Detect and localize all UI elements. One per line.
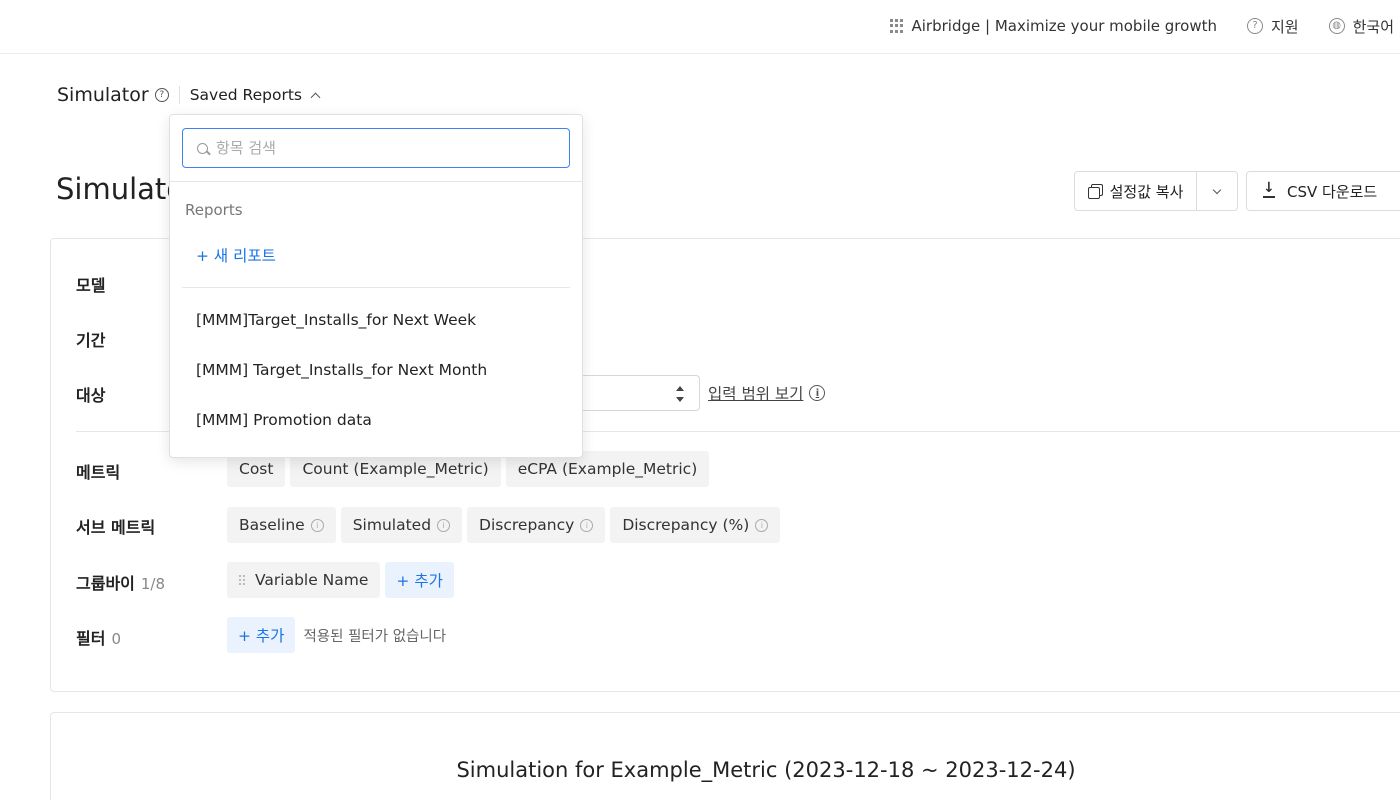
- groupby-row-label: 그룹바이 1/8: [76, 570, 165, 594]
- breadcrumb-title: Simulator: [57, 84, 149, 106]
- download-icon: [1263, 180, 1275, 198]
- search-input[interactable]: [216, 139, 546, 157]
- copy-settings-button[interactable]: 설정값 복사: [1075, 172, 1197, 210]
- copy-settings-group: 설정값 복사: [1074, 171, 1238, 211]
- reports-section-label: Reports: [185, 201, 243, 219]
- dropdown-divider: [182, 287, 570, 288]
- support-label: 지원: [1270, 17, 1299, 36]
- filter-row-label: 필터 0: [76, 625, 121, 649]
- metric-chip-label: Cost: [239, 460, 274, 478]
- metric-chip-label: Count (Example_Metric): [302, 460, 489, 478]
- submetric-chip-label: Baseline: [239, 516, 305, 534]
- breadcrumb-divider: [178, 86, 180, 104]
- info-icon[interactable]: i: [580, 518, 594, 532]
- globe-icon: ◍: [1328, 18, 1345, 34]
- input-range-link[interactable]: 입력 범위 보기 i: [708, 382, 826, 404]
- top-bar: Airbridge | Maximize your mobile growth …: [0, 0, 1400, 54]
- language-selector[interactable]: ◍ 한국어: [1328, 16, 1394, 37]
- filter-chips: + 추가 적용된 필터가 없습니다: [227, 617, 446, 653]
- report-item[interactable]: [MMM] Promotion data: [196, 411, 372, 429]
- drag-handle-icon[interactable]: [239, 575, 245, 585]
- stepper-icon[interactable]: [675, 386, 685, 402]
- target-number-input[interactable]: [582, 375, 700, 411]
- help-icon: ?: [1246, 18, 1263, 34]
- info-icon[interactable]: i: [437, 518, 451, 532]
- search-box[interactable]: [182, 128, 570, 168]
- submetric-chip[interactable]: Discrepancy (%) i: [610, 507, 781, 543]
- input-range-label: 입력 범위 보기: [708, 385, 804, 403]
- submetric-chip-label: Discrepancy: [479, 516, 575, 534]
- dropdown-divider: [170, 181, 582, 182]
- submetric-label: 서브 메트릭: [76, 518, 156, 537]
- saved-reports-toggle[interactable]: Saved Reports: [189, 86, 321, 104]
- simulation-title: Simulation for Example_Metric (2023-12-1…: [456, 758, 1076, 782]
- submetric-chip-label: Discrepancy (%): [622, 516, 750, 534]
- copy-icon: [1087, 184, 1103, 199]
- groupby-chip[interactable]: Variable Name: [227, 562, 381, 598]
- csv-download-label: CSV 다운로드: [1287, 182, 1378, 201]
- submetric-chip[interactable]: Simulated i: [340, 507, 463, 543]
- metric-label: 메트릭: [76, 463, 121, 482]
- report-item[interactable]: [MMM] Target_Installs_for Next Month: [196, 361, 487, 379]
- copy-settings-dropdown-button[interactable]: [1197, 172, 1237, 210]
- add-groupby-button[interactable]: + 추가: [385, 562, 454, 598]
- model-label: 모델: [76, 276, 106, 295]
- chevron-down-icon: [1212, 185, 1222, 194]
- filter-label: 필터: [76, 629, 106, 648]
- metric-chip-label: eCPA (Example_Metric): [517, 460, 698, 478]
- target-label: 대상: [76, 386, 106, 405]
- brand-link[interactable]: Airbridge | Maximize your mobile growth: [889, 17, 1217, 35]
- info-icon: i: [809, 385, 826, 401]
- submetric-chip[interactable]: Discrepancy i: [467, 507, 606, 543]
- copy-settings-label: 설정값 복사: [1109, 182, 1184, 201]
- submetric-chips: Baseline i Simulated i Discrepancy i Discre…: [227, 507, 781, 543]
- csv-download-button[interactable]: CSV 다운로드: [1246, 171, 1400, 211]
- filter-empty-text: 적용된 필터가 없습니다: [303, 628, 447, 645]
- search-icon: [197, 142, 208, 154]
- info-icon[interactable]: i: [755, 518, 769, 532]
- new-report-button[interactable]: + 새 리포트: [196, 244, 276, 266]
- simulation-card: [50, 712, 1400, 800]
- chevron-up-icon: [310, 92, 321, 102]
- groupby-count: 1/8: [140, 575, 166, 593]
- report-item[interactable]: [MMM]Target_Installs_for Next Week: [196, 311, 476, 329]
- info-icon[interactable]: i: [310, 518, 324, 532]
- apps-grid-icon: [889, 19, 904, 33]
- brand-text: Airbridge | Maximize your mobile growth: [911, 17, 1217, 35]
- breadcrumb: Simulator ? Saved Reports: [57, 82, 321, 108]
- groupby-chip-label: Variable Name: [255, 571, 369, 589]
- filter-count: 0: [111, 630, 121, 648]
- support-link[interactable]: ? 지원: [1246, 16, 1299, 37]
- groupby-chips: Variable Name + 추가: [227, 562, 454, 598]
- groupby-label: 그룹바이: [76, 574, 135, 593]
- saved-reports-label: Saved Reports: [189, 86, 302, 104]
- help-icon[interactable]: ?: [154, 88, 169, 102]
- submetric-chip[interactable]: Baseline i: [227, 507, 336, 543]
- saved-reports-dropdown: Reports + 새 리포트 [MMM]Target_Installs_for…: [169, 114, 583, 458]
- language-label: 한국어: [1352, 17, 1394, 36]
- period-label: 기간: [76, 331, 106, 350]
- top-bar-right: Airbridge | Maximize your mobile growth …: [889, 0, 1394, 52]
- add-filter-button[interactable]: + 추가: [227, 617, 296, 653]
- submetric-chip-label: Simulated: [352, 516, 432, 534]
